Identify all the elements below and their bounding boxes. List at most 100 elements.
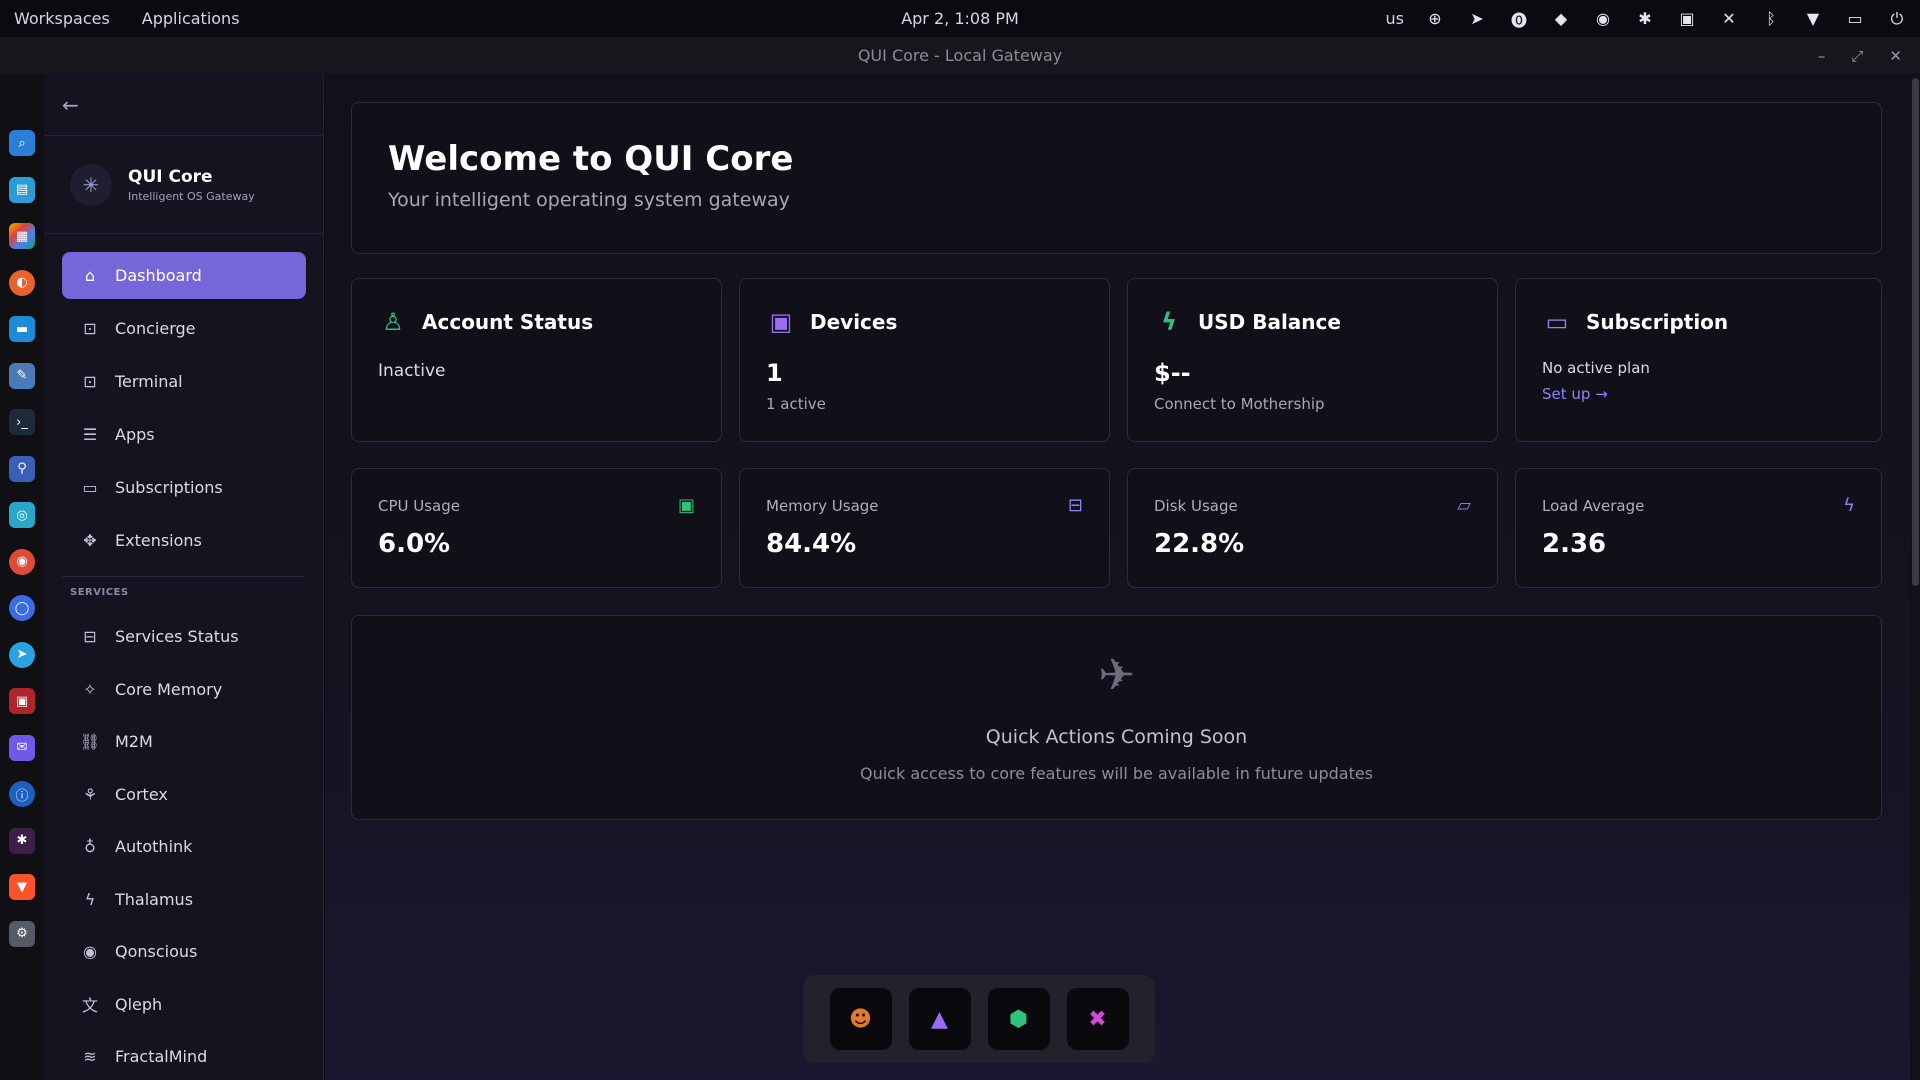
sidebar-header: ← [44,74,323,136]
sidebar-item-qleph[interactable]: 文 Qleph [62,981,306,1028]
keyboard-layout[interactable]: us [1386,9,1404,28]
devices-active: 1 active [766,395,826,413]
display-icon[interactable]: ▣ [1676,9,1698,28]
app-grid-icon[interactable]: ▦ [9,223,35,249]
sidebar-item-m2m[interactable]: ⛓ M2M [62,718,306,765]
sidebar-item-label: Qleph [115,994,163,1014]
files-icon[interactable]: ▬ [9,316,35,342]
mute-icon[interactable]: ✕ [1718,9,1740,28]
sidebar-item-core-memory[interactable]: ✧ Core Memory [62,666,306,713]
load-average-value: 2.36 [1542,529,1607,559]
layers-icon: ≋ [83,1047,97,1066]
firefox-icon[interactable]: ◐ [9,269,35,296]
quick-actions-title: Quick Actions Coming Soon [985,726,1248,748]
usd-balance-value: $-- [1154,359,1191,387]
sidebar-item-label: Core Memory [115,679,223,699]
screenshot-app-icon[interactable]: ▤ [9,176,35,203]
sidebar-item-terminal[interactable]: ⊡ Terminal [62,358,306,405]
sidebar-item-dashboard[interactable]: ⌂ Dashboard [62,252,306,299]
launcher-app-chat-icon[interactable]: ⬢ [987,988,1050,1050]
rocket-icon: ✈ [1098,650,1135,701]
editor-icon[interactable]: ✎ [9,362,35,389]
lightning-icon: ϟ [1161,308,1177,336]
usd-balance-title: USD Balance [1198,310,1341,334]
main-nav: ⌂ Dashboard ⊡ Concierge ⊡ Terminal ☰ App… [44,234,323,564]
diamond-icon[interactable]: ◆ [1550,9,1572,28]
media-app-icon[interactable]: ▣ [9,688,35,714]
memory-usage-value: 84.4% [766,529,857,559]
back-arrow-icon[interactable]: ← [62,93,79,117]
send-icon[interactable]: ➤ [1466,9,1488,28]
account-status-header: ♙ Account Status [378,307,593,337]
workspaces-menu[interactable]: Workspaces [14,9,110,28]
sidebar-item-thalamus[interactable]: ϟ Thalamus [62,876,306,923]
sidebar-item-concierge[interactable]: ⊡ Concierge [62,305,306,352]
telegram-icon[interactable]: ➤ [9,641,35,668]
terminal-icon: ⊡ [83,372,97,391]
battery-icon[interactable]: ▭ [1844,9,1866,28]
sidebar-item-label: Thalamus [115,889,194,909]
qui-tray-icon[interactable]: ◉ [1592,9,1614,28]
camera-app-icon[interactable]: ◎ [9,502,35,528]
slack-tray-icon[interactable]: ✱ [1634,9,1656,28]
sidebar: ← ✳ QUI Core Intelligent OS Gateway ⌂ Da… [44,74,324,1080]
puzzle-icon: ✥ [83,531,97,550]
database-icon: ☰ [82,425,98,444]
sidebar-item-subscriptions[interactable]: ▭ Subscriptions [62,464,306,511]
sidebar-item-apps[interactable]: ☰ Apps [62,411,306,458]
accessibility-icon[interactable]: ⊕ [1424,9,1446,28]
search-app-icon[interactable]: ⌕ [9,130,35,156]
disk-usage-value: 22.8% [1154,529,1245,559]
subscription-setup-link[interactable]: Set up → [1542,385,1608,403]
terminal-app-icon[interactable]: ›_ [9,409,35,435]
close-icon[interactable]: ✕ [1889,47,1902,65]
translate-icon: 文 [81,996,98,1015]
power-icon[interactable]: ⏻ [1886,9,1908,29]
launcher-app-triangle-icon[interactable]: ▲ [908,988,971,1050]
brave-icon[interactable]: ▼ [9,874,35,900]
sidebar-item-label: Cortex [115,784,168,804]
credit-card-icon: ▭ [82,478,98,497]
account-status-title: Account Status [422,310,594,334]
devices-count: 1 [766,359,783,387]
sidebar-item-extensions[interactable]: ✥ Extensions [62,517,306,564]
sidebar-item-cortex[interactable]: ⚘ Cortex [62,771,306,818]
store-icon[interactable]: ⚲ [9,455,35,482]
sidebar-item-qonscious[interactable]: ◉ Qonscious [62,928,306,975]
password-manager-icon[interactable]: ⓿ [1508,7,1530,31]
bluetooth-icon[interactable]: ᛒ [1760,9,1782,28]
qui-logo-icon: ✳ [70,163,112,206]
window-title-bar: QUI Core - Local Gateway – ⤢ ✕ [0,37,1920,74]
home-icon: ⌂ [84,266,96,285]
launcher-app-face-icon[interactable]: ☻ [829,988,892,1050]
sidebar-item-fractalmind[interactable]: ≋ FractalMind [62,1033,306,1080]
sidebar-item-autothink[interactable]: ♁ Autothink [62,823,306,870]
scrollbar-thumb[interactable] [1912,78,1919,586]
slack-icon[interactable]: ✱ [9,827,35,854]
wifi-icon[interactable]: ▼ [1802,9,1824,28]
window-title: QUI Core - Local Gateway [857,46,1063,65]
settings-app-icon[interactable]: ⚙ [9,920,35,947]
usd-balance-header: ϟ USD Balance [1154,307,1341,337]
subscription-title: Subscription [1586,310,1729,334]
maximize-icon[interactable]: ⤢ [1851,47,1863,65]
subscription-header: ▭ Subscription [1542,307,1729,337]
memory-usage-label: Memory Usage [766,497,879,515]
chrome-icon[interactable]: ◉ [9,548,35,575]
system-clock[interactable]: Apr 2, 1:08 PM [901,9,1019,28]
page-title: Welcome to QUI Core [388,139,794,179]
credit-card-icon: ▭ [1545,308,1569,336]
network-icon: ⚘ [82,784,98,804]
minimize-icon[interactable]: – [1818,47,1826,65]
applications-menu[interactable]: Applications [142,9,240,28]
launcher-app-cross-icon[interactable]: ✖ [1066,988,1129,1050]
usd-balance-sub: Connect to Mothership [1154,395,1325,413]
mail-app-icon[interactable]: ✉ [9,734,35,761]
onepassword-icon[interactable]: ⓘ [9,781,35,807]
sidebar-item-services-status[interactable]: ⊟ Services Status [62,613,306,660]
sparkles-icon: ✧ [83,679,97,699]
usd-balance-card: ϟ USD Balance $-- Connect to Mothership [1127,278,1498,442]
system-menu: Workspaces Applications [0,9,240,28]
sidebar-item-label: Qonscious [115,942,198,961]
signal-icon[interactable]: ◯ [9,595,35,621]
